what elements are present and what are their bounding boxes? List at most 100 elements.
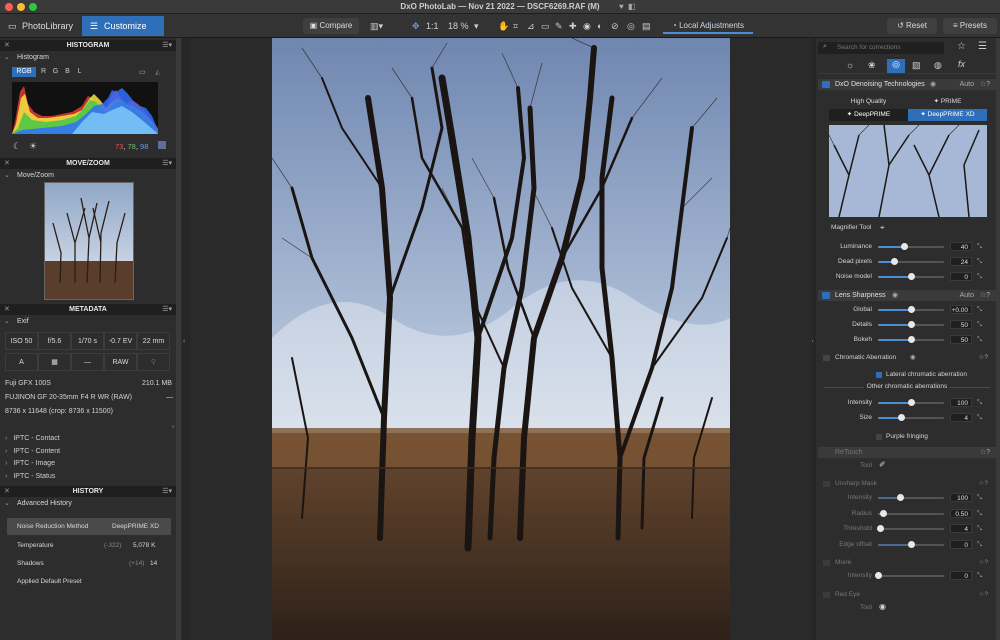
close-icon[interactable]: ✕ [4,304,10,315]
eye-off-icon[interactable]: ◉ [892,290,898,301]
history-item[interactable]: Applied Default Preset [7,573,171,590]
mode-prime[interactable]: ✦ PRIME [908,96,987,108]
add-metadata-icon[interactable]: + [171,424,175,431]
slider-value-field[interactable]: 100 [950,493,972,502]
favorite-icon[interactable]: ☆? [979,352,988,364]
advanced-history-subheader[interactable]: ⌄ Advanced History [0,499,176,509]
history-section-header[interactable]: ✕ HISTORY ☰▾ [0,486,176,497]
repair-icon[interactable]: ✚ [569,18,577,34]
channel-tab-r[interactable]: R [39,67,48,77]
softproof-icon[interactable]: ◭ [155,68,160,76]
mode-high-quality[interactable]: High Quality [829,96,908,108]
reset-slider-icon[interactable]: ⤡ [977,241,982,253]
slider-value-field[interactable]: 0 [950,539,972,549]
zoom-dropdown-icon[interactable]: ▾ [474,18,479,34]
reset-slider-icon[interactable]: ⤡ [977,304,982,316]
history-item[interactable]: Shadows (+14) 14 [7,555,171,572]
tab-detail-icon[interactable]: ◎ [887,59,905,73]
histogram-subheader[interactable]: ⌄ Histogram [0,53,176,63]
slider-value-field[interactable]: 50 [950,320,972,329]
slider-knob[interactable] [898,414,906,421]
navigator-thumbnail[interactable] [44,182,134,300]
reset-slider-icon[interactable]: ⤡ [977,412,982,424]
local-adjustments-button[interactable]: ◔ Local Adjustments [663,18,753,34]
moire-enable-checkbox[interactable] [823,560,830,566]
slider-knob[interactable] [908,399,915,406]
moire-header[interactable]: Moiré ☆? [820,557,990,569]
movezoom-subheader[interactable]: ⌄ Move/Zoom [0,171,176,181]
brush-icon[interactable]: ⊘ [611,18,619,34]
slider-value-field[interactable]: 40 [950,242,972,251]
denoise-auto[interactable]: Auto [960,79,974,90]
move-icon[interactable]: ✥ [412,18,420,34]
reset-slider-icon[interactable]: ⤡ [977,492,982,504]
slider-knob[interactable] [908,540,915,548]
close-icon[interactable]: ✕ [4,486,10,497]
slider-knob[interactable] [908,336,915,343]
reset-slider-icon[interactable]: ⤡ [977,508,982,520]
sharpness-auto[interactable]: Auto [960,290,974,301]
slider-knob[interactable] [879,509,887,517]
close-icon[interactable]: ✕ [4,158,10,169]
chromatic-enable-checkbox[interactable] [823,355,830,361]
mode-deepprime-xd[interactable]: ✦ DeepPRIME XD [908,109,987,121]
reset-slider-icon[interactable]: ⤡ [977,397,982,409]
left-panel-scrollbar[interactable] [176,38,181,640]
menu-icon[interactable]: ☰▾ [162,304,172,315]
exif-subheader[interactable]: ⌄ Exif [0,317,176,327]
tab-local-icon[interactable]: ◍ [934,60,942,71]
zoom-value[interactable]: 18 % [448,18,469,34]
slider-value-field[interactable]: 24 [950,257,972,266]
unsharp-header[interactable]: Unsharp Mask ☆? [820,478,990,490]
menu-icon[interactable]: ☰▾ [162,486,172,497]
favorite-icon[interactable]: ☆? [979,589,988,601]
channel-tab-rgb[interactable]: RGB [12,67,36,77]
tab-light-icon[interactable]: ☼ [846,60,854,70]
reset-slider-icon[interactable]: ⤡ [977,271,982,283]
redeye-eye-icon[interactable]: ◉ [879,601,886,613]
zoom-1to1-button[interactable]: 1:1 [426,18,439,34]
eye-off-icon[interactable]: ◉ [910,352,916,364]
slider-value-field[interactable]: 100 [950,398,972,407]
reset-slider-icon[interactable]: ⤡ [977,256,982,268]
slider-value-field[interactable]: 4 [950,524,972,533]
lateral-ca-checkbox[interactable] [876,372,882,378]
iptc-image[interactable]: › IPTC - Image [5,458,55,470]
channel-tab-g[interactable]: G [51,67,60,77]
slider-value-field[interactable]: 0.50 [950,508,972,518]
slider-knob[interactable] [875,572,882,579]
redeye-header[interactable]: Red Eye ☆? [820,589,990,601]
favorite-icon[interactable]: ☆? [979,557,988,569]
tab-geometry-icon[interactable]: ▧ [912,60,921,71]
split-view-icon[interactable]: ▤ [642,18,651,34]
metadata-section-header[interactable]: ✕ METADATA ☰▾ [0,304,176,315]
favorite-icon[interactable]: ☆? [980,447,990,458]
preview-eye-icon[interactable]: ◎ [627,18,635,34]
slider-knob[interactable] [908,273,915,280]
sun-icon[interactable]: ☀ [29,141,37,152]
reset-button[interactable]: ↺ Reset [887,18,937,34]
perspective-icon[interactable]: ▭ [541,18,550,34]
eye-off-icon[interactable]: ◉ [930,79,936,90]
histogram-section-header[interactable]: ✕ HISTOGRAM ☰▾ [0,40,176,51]
denoise-header[interactable]: DxO Denoising Technologies ◉ Auto ☆? [818,79,996,90]
favorite-icon[interactable]: ☆? [980,79,990,90]
mode-deepprime[interactable]: ✦ DeepPRIME [829,109,908,121]
slider-track[interactable] [878,512,944,515]
close-icon[interactable]: ✕ [4,40,10,51]
reset-slider-icon[interactable]: ⤡ [977,539,982,551]
denoise-enable-checkbox[interactable] [822,81,830,88]
sharpness-header[interactable]: Lens Sharpness ◉ Auto ☆? [818,290,996,301]
presets-button[interactable]: ≡ Presets [943,18,997,34]
favorite-icon[interactable]: ☆? [980,290,990,301]
slider-value-field[interactable]: 0 [950,272,972,281]
retouch-header[interactable]: ReTouch ☆? [818,447,996,458]
search-corrections-input[interactable]: ⌕ Search for corrections [818,42,944,54]
iptc-status[interactable]: › IPTC - Status [5,471,55,483]
compare-button[interactable]: ▣ Compare [303,18,359,34]
sharpness-enable-checkbox[interactable] [822,292,830,299]
slider-value-field[interactable]: 0 [950,571,972,580]
moon-icon[interactable]: ☾ [13,141,21,152]
slider-track[interactable] [878,575,944,577]
tab-photolibrary[interactable]: ▭ PhotoLibrary [0,16,80,36]
